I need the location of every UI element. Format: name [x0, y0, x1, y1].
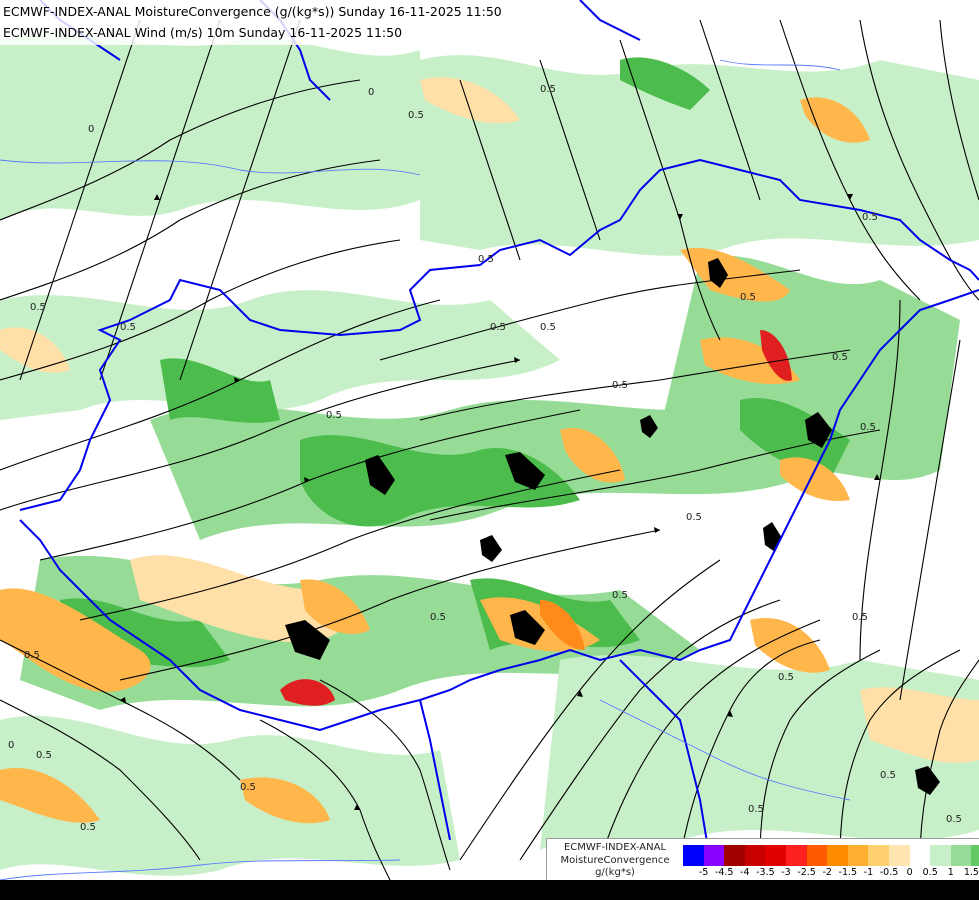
contour-label: 0.5	[946, 814, 962, 825]
legend-tick: -3	[781, 867, 791, 878]
legend-swatch	[703, 845, 725, 866]
legend-tick: -4.5	[714, 867, 734, 878]
field-patch	[763, 522, 782, 552]
legend-swatch	[971, 845, 979, 866]
contour-label: 0.5	[490, 322, 506, 333]
legend-swatch	[909, 845, 931, 866]
legend-swatch	[683, 845, 704, 866]
contour-label: 0.5	[24, 650, 40, 661]
contour-label: 0.5	[612, 380, 628, 391]
legend-tick-labels: -5-4.5-4-3.5-3-2.5-2-1.5-1-0.500.511.52	[683, 867, 979, 879]
contour-label: 0.5	[540, 322, 556, 333]
bottom-bar	[0, 880, 979, 900]
legend-title-line: MoistureConvergence	[560, 854, 670, 866]
legend-tick: -1	[863, 867, 874, 878]
field-patch	[0, 34, 420, 220]
legend-tick: -0.5	[879, 867, 899, 878]
contour-label: 0.5	[612, 590, 628, 601]
legend-tick: -1.5	[838, 867, 858, 878]
map-title-box: ECMWF-INDEX-ANAL MoistureConvergence (g/…	[0, 0, 506, 45]
legend-tick: -2	[822, 867, 832, 878]
legend-swatch	[806, 845, 828, 866]
legend-color-scale	[683, 845, 979, 866]
contour-label: 0.5	[880, 770, 896, 781]
contour-label: 0.5	[686, 512, 702, 523]
legend-swatch	[765, 845, 786, 866]
legend-tick: -3.5	[756, 867, 775, 878]
title-moisture-convergence: ECMWF-INDEX-ANAL MoistureConvergence (g/…	[3, 4, 502, 19]
contour-label: 0.5	[80, 822, 96, 833]
contour-label: 0.5	[240, 782, 256, 793]
contour-label: 0.5	[120, 322, 136, 333]
contour-label: 0.5	[430, 612, 446, 623]
contour-label: 0.5	[30, 302, 46, 313]
legend-swatch	[724, 845, 745, 866]
contour-label: 0.5	[36, 750, 52, 761]
legend-tick: -5	[698, 867, 709, 878]
legend-tick: 1.5	[963, 867, 979, 878]
contour-label: 0	[88, 124, 94, 135]
border-line	[579, 0, 641, 41]
legend-title: ECMWF-INDEX-ANAL MoistureConvergence g/(…	[549, 842, 681, 880]
contour-label: 0	[8, 740, 14, 751]
contour-label: 0.5	[778, 672, 794, 683]
color-legend: ECMWF-INDEX-ANAL MoistureConvergence g/(…	[546, 838, 979, 881]
legend-tick: -2.5	[797, 867, 816, 878]
map-canvas: 0.5 0.5 0 0.5 0.5 0.5 0.5 0 0.5 0.5 0.5 …	[0, 0, 979, 881]
contour-label: 0.5	[408, 110, 424, 121]
legend-swatch	[950, 845, 972, 866]
contour-label: 0.5	[852, 612, 868, 623]
legend-tick: 0.5	[922, 867, 938, 878]
legend-swatch	[930, 845, 951, 866]
legend-title-line: ECMWF-INDEX-ANAL	[563, 842, 667, 853]
contour-label: 0	[368, 87, 374, 98]
legend-swatch	[744, 845, 766, 866]
legend-swatch	[785, 845, 807, 866]
contour-label: 0.5	[326, 410, 342, 421]
arrow	[654, 527, 660, 533]
legend-title-line: g/(kg*s)	[595, 867, 635, 878]
contour-label: 0.5	[540, 84, 556, 95]
weather-map: 0.5 0.5 0 0.5 0.5 0.5 0.5 0 0.5 0.5 0.5 …	[0, 0, 979, 900]
legend-swatch	[888, 845, 910, 866]
legend-swatch	[827, 845, 848, 866]
contour-label: 0.5	[862, 212, 878, 223]
field-patch	[480, 535, 502, 562]
contour-label: 0.5	[740, 292, 756, 303]
title-wind: ECMWF-INDEX-ANAL Wind (m/s) 10m Sunday 1…	[3, 25, 403, 40]
legend-swatch	[847, 845, 869, 866]
field-patch	[750, 618, 830, 673]
legend-tick: 0	[906, 867, 913, 878]
legend-tick: -4	[740, 867, 750, 878]
legend-tick: 1	[947, 867, 954, 878]
contour-label: 0.5	[748, 804, 764, 815]
contour-label: 0.5	[832, 352, 848, 363]
legend-swatch	[868, 845, 889, 866]
contour-label: 0.5	[860, 422, 876, 433]
contour-label: 0.5	[478, 254, 494, 265]
